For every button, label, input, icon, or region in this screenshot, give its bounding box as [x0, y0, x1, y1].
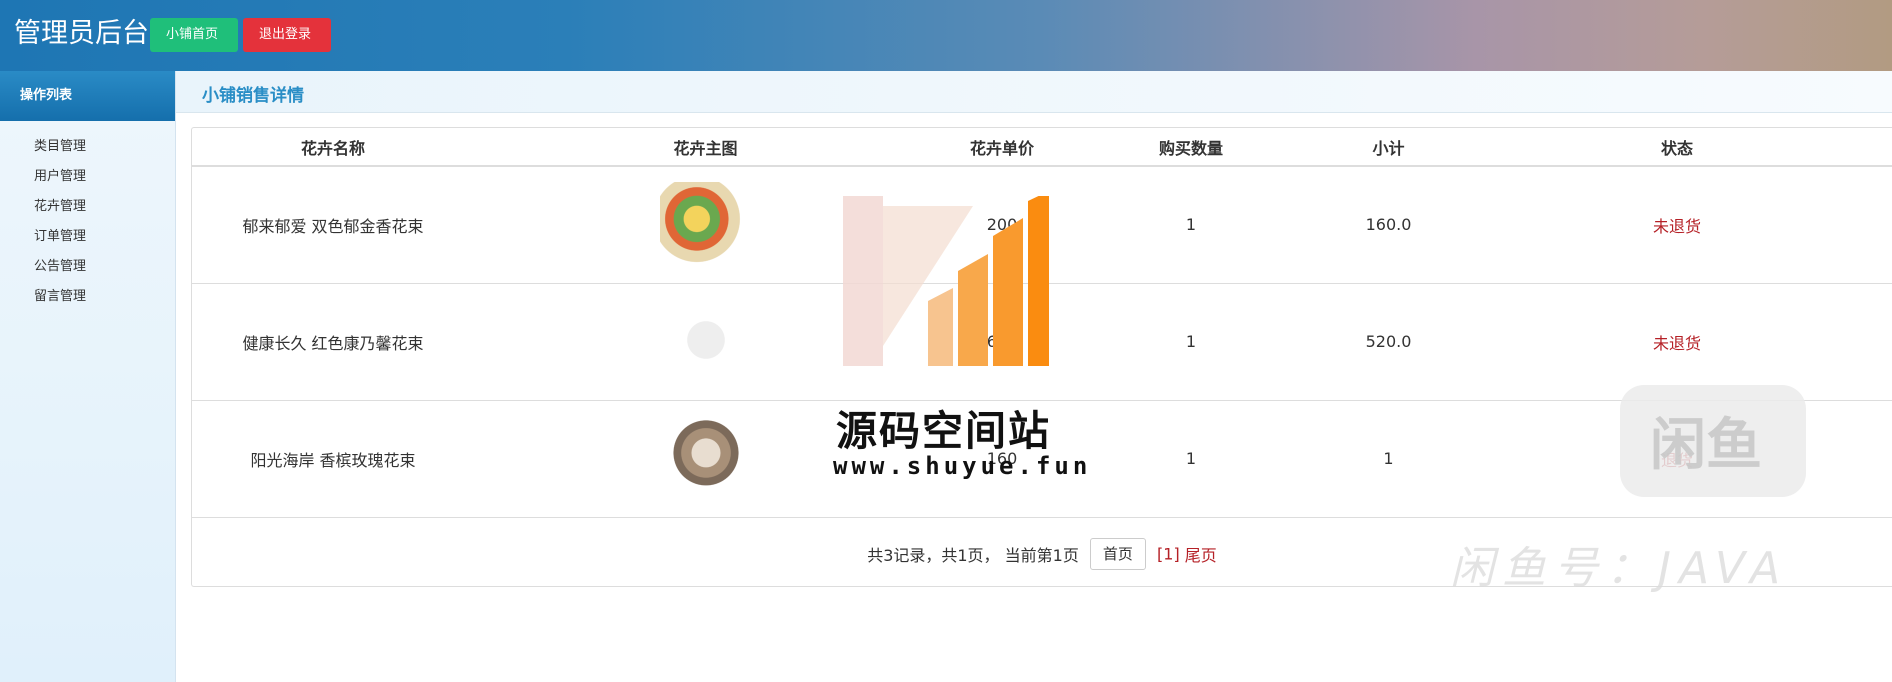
sidebar-item-notices[interactable]: 公告管理: [0, 252, 175, 282]
sidebar-item-orders[interactable]: 订单管理: [0, 222, 175, 252]
subtotal: 1: [1315, 400, 1462, 518]
col-flower-image: 花卉主图: [474, 128, 937, 167]
sidebar-title: 操作列表: [20, 88, 73, 103]
sidebar-item-users[interactable]: 用户管理: [0, 162, 175, 192]
sidebar-item-label: 花卉管理: [34, 199, 87, 214]
shop-home-label: 小铺首页: [166, 27, 219, 42]
sidebar-item-category[interactable]: 类目管理: [0, 132, 175, 162]
subtotal: 160.0: [1315, 166, 1462, 284]
subtotal: 520.0: [1315, 283, 1462, 401]
watermark-title: 源码空间站: [836, 407, 1051, 455]
logout-label: 退出登录: [259, 27, 312, 42]
flower-image: [659, 415, 752, 498]
sidebar-item-messages[interactable]: 留言管理: [0, 282, 175, 312]
col-quantity: 购买数量: [1067, 128, 1315, 167]
flower-image: [659, 298, 752, 381]
table-header-row: 花卉名称 花卉主图 花卉单价 购买数量 小计 状态: [192, 128, 1892, 167]
page-title: 小铺销售详情: [200, 81, 304, 106]
top-header: 管理员后台 小铺首页 退出登录: [0, 0, 1892, 71]
col-unit-price: 花卉单价: [937, 128, 1067, 167]
sidebar: 操作列表 类目管理 用户管理 花卉管理 订单管理 公告管理 留言管理: [0, 71, 176, 682]
first-page-button[interactable]: 首页: [1089, 538, 1146, 570]
watermark-url: www.shuyue.fun: [833, 452, 1092, 480]
sidebar-item-label: 留言管理: [34, 289, 87, 304]
sidebar-item-label: 用户管理: [34, 169, 87, 184]
sidebar-item-label: 公告管理: [34, 259, 87, 274]
watermark-logo-icon: [843, 196, 1049, 366]
page-title-text: 小铺销售详情: [202, 86, 304, 106]
brand-title: 管理员后台: [14, 18, 149, 49]
quantity: 1: [1067, 283, 1315, 401]
watermark-xianyu-text: 闲鱼: [1650, 413, 1762, 478]
flower-image: [659, 181, 752, 264]
sidebar-menu: 类目管理 用户管理 花卉管理 订单管理 公告管理 留言管理: [0, 121, 175, 312]
pagination-summary: 共3记录，共1页， 当前第1页: [867, 546, 1079, 565]
sidebar-item-flowers[interactable]: 花卉管理: [0, 192, 175, 222]
flower-name: 郁来郁爱 双色郁金香花束: [192, 166, 474, 284]
sidebar-item-label: 类目管理: [34, 139, 87, 154]
last-page-link[interactable]: 尾页: [1185, 546, 1217, 565]
quantity: 1: [1067, 400, 1315, 518]
col-status: 状态: [1462, 128, 1892, 167]
flower-name: 健康长久 红色康乃馨花束: [192, 283, 474, 401]
col-subtotal: 小计: [1315, 128, 1462, 167]
panel-header: 小铺销售详情: [176, 71, 1892, 113]
current-page-link[interactable]: [1]: [1157, 545, 1180, 564]
sidebar-item-label: 订单管理: [34, 229, 87, 244]
col-flower-name: 花卉名称: [192, 128, 474, 167]
shop-home-button[interactable]: 小铺首页: [150, 18, 238, 52]
logout-button[interactable]: 退出登录: [243, 18, 331, 52]
status-badge: 未退货: [1462, 283, 1892, 401]
sidebar-header: 操作列表: [0, 71, 175, 121]
watermark-java-text: 闲鱼号：JAVA: [1450, 543, 1789, 594]
quantity: 1: [1067, 166, 1315, 284]
status-badge: 未退货: [1462, 166, 1892, 284]
flower-name: 阳光海岸 香槟玫瑰花束: [192, 400, 474, 518]
